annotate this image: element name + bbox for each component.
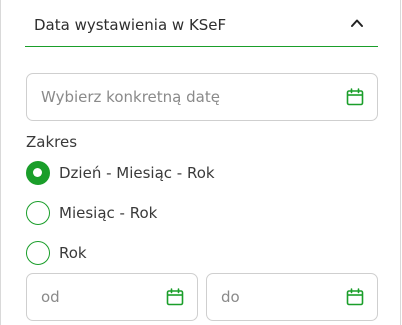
radio-label: Rok [59,244,87,262]
range-label: Zakres [26,133,78,151]
calendar-icon[interactable] [346,88,364,106]
calendar-icon[interactable] [166,288,184,306]
calendar-icon[interactable] [346,288,364,306]
radio-button[interactable] [26,201,50,225]
chevron-up-icon[interactable] [350,17,364,29]
date-from-placeholder: od [41,288,60,306]
radio-label: Dzień - Miesiąc - Rok [59,164,215,182]
filter-panel: Data wystawienia w KSeF Wybierz konkretn… [0,0,401,325]
specific-date-input[interactable]: Wybierz konkretną datę [26,73,378,121]
date-to-placeholder: do [221,288,240,306]
radio-label: Miesiąc - Rok [59,204,158,222]
date-to-input[interactable]: do [206,273,378,321]
specific-date-placeholder: Wybierz konkretną datę [41,88,220,106]
date-from-input[interactable]: od [26,273,198,321]
accordion-title: Data wystawienia w KSeF [34,16,227,34]
accordion-header-ksef-date[interactable]: Data wystawienia w KSeF [25,0,378,47]
radio-button[interactable] [26,241,50,265]
radio-button-selected[interactable] [26,161,50,185]
